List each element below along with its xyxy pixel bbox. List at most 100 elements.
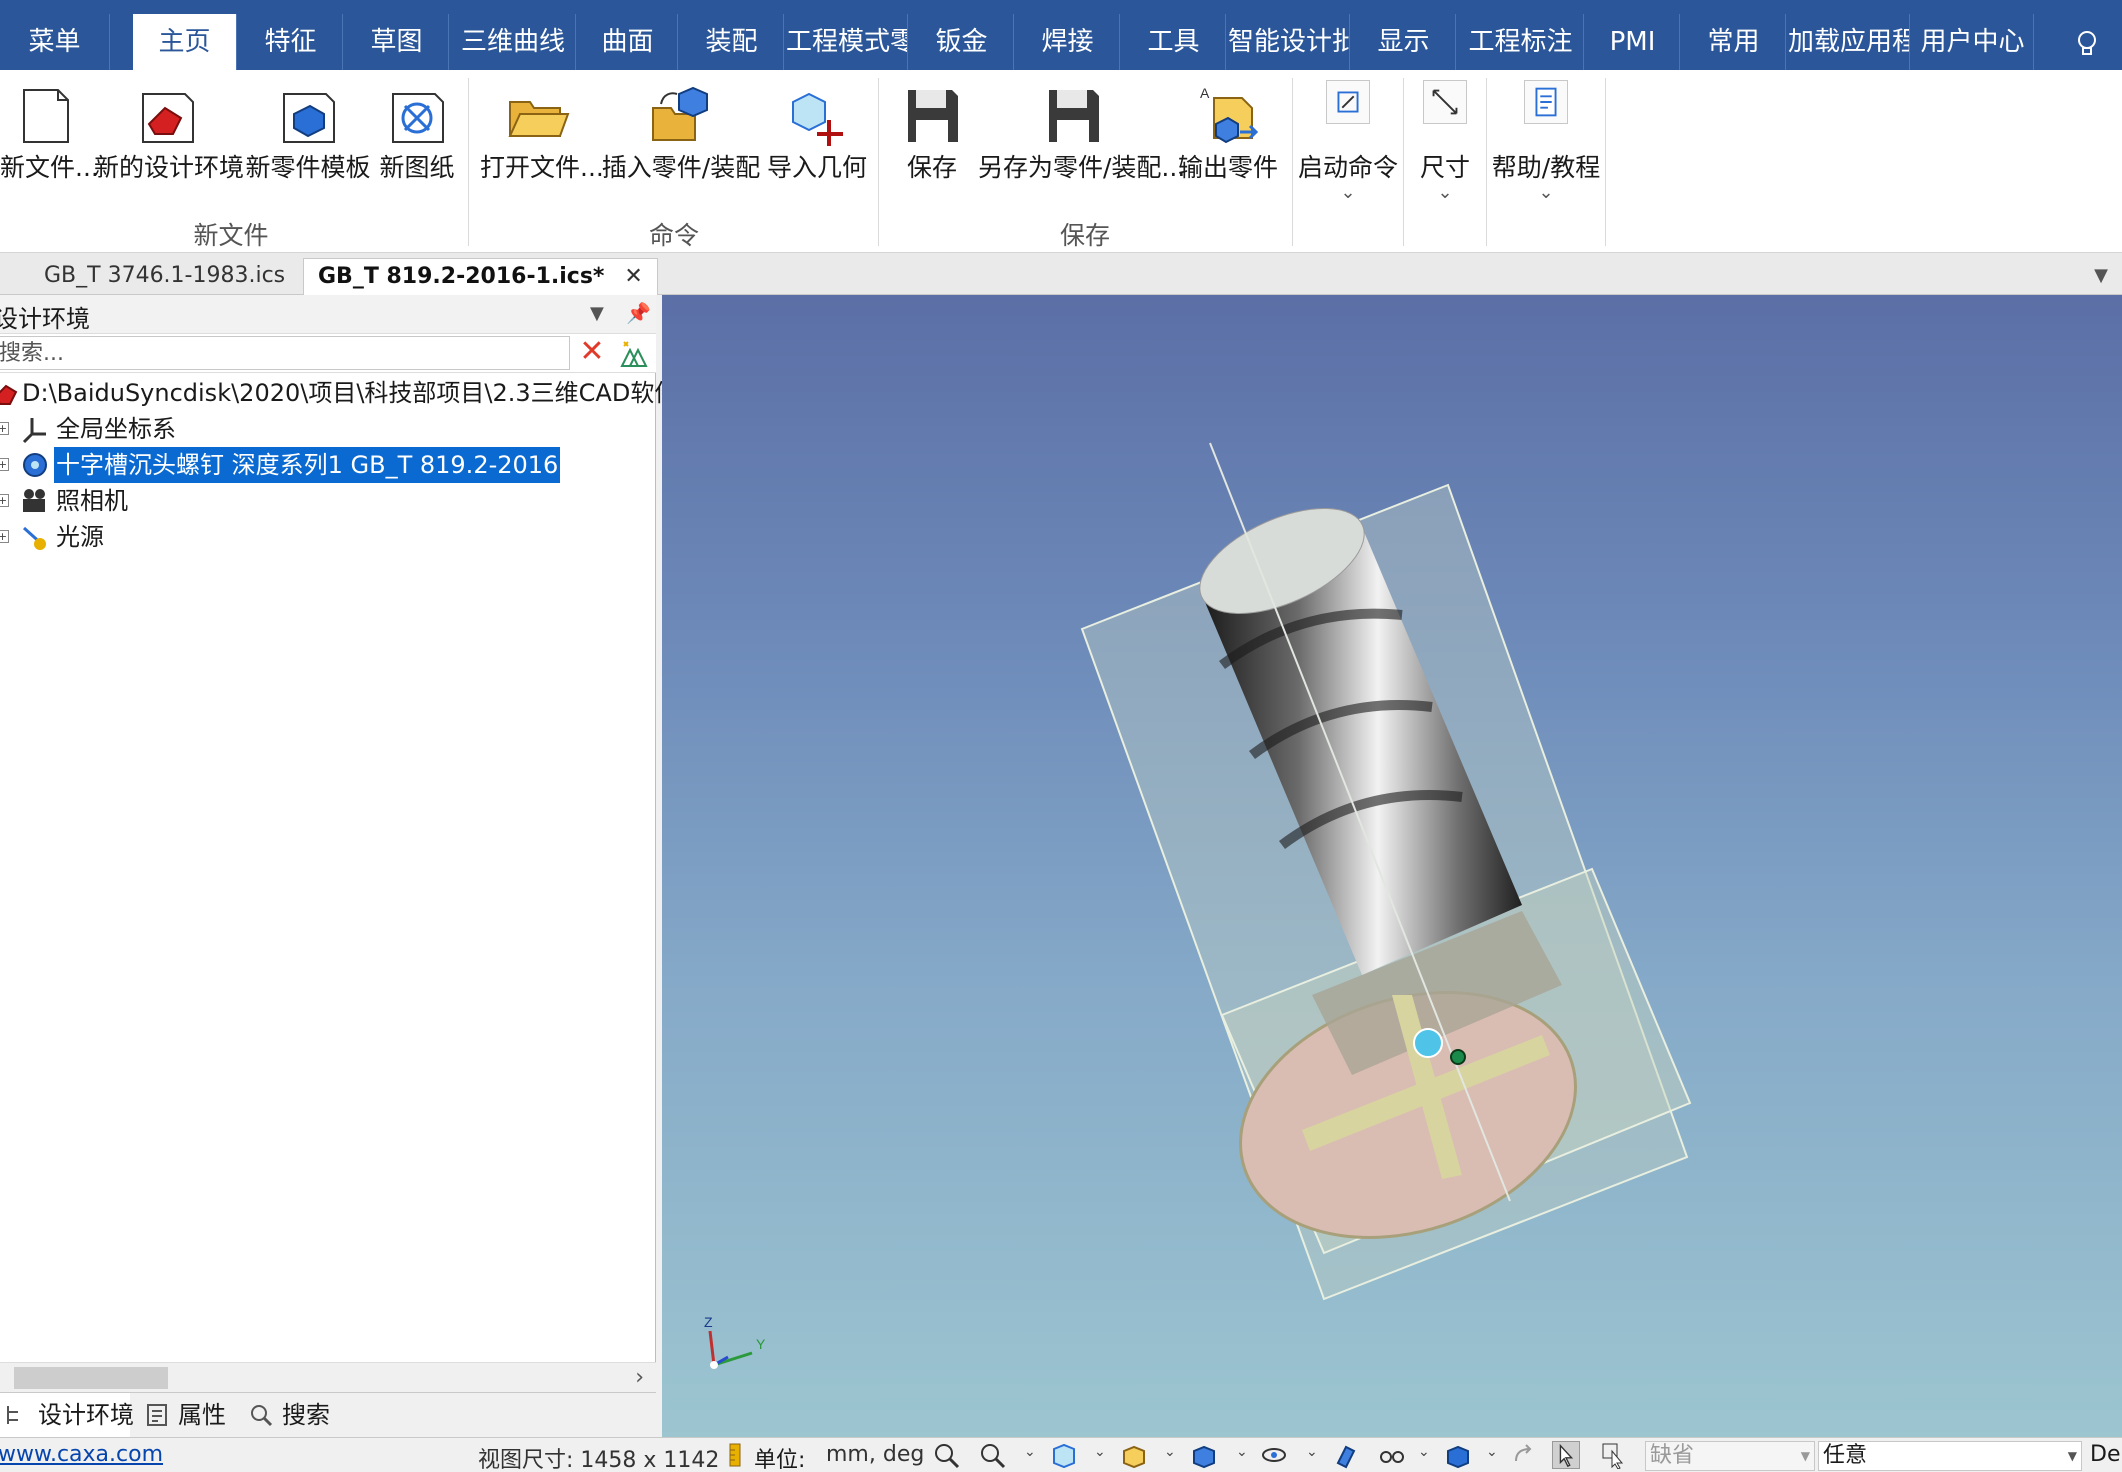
tree-search-input[interactable]	[0, 336, 570, 370]
panel-header: 设计环境 ▼ 📌	[0, 295, 656, 333]
tree-filter-icon[interactable]	[616, 336, 652, 370]
tab-3d-curve[interactable]: 三维曲线	[451, 14, 576, 70]
pin-icon[interactable]: 📌	[626, 301, 651, 325]
chevron-down-icon[interactable]: ⌄	[1164, 1444, 1176, 1460]
insert-part-button[interactable]: 插入零件/装配	[598, 70, 764, 210]
chevron-down-icon[interactable]: ⌄	[1486, 1444, 1498, 1460]
group-separator	[1486, 78, 1487, 246]
expand-icon[interactable]: +	[0, 494, 9, 507]
tab-sheet-metal[interactable]: 钣金	[910, 14, 1014, 70]
scrollbar-thumb[interactable]	[14, 1367, 168, 1389]
tab-welding[interactable]: 焊接	[1016, 14, 1120, 70]
panel-bottom-tabs: 设计环境 属性 搜索	[0, 1392, 656, 1437]
new-file-icon	[23, 89, 69, 143]
open-file-button[interactable]: 打开文件...	[480, 70, 604, 210]
filter-select[interactable]: 缺省 ▼	[1645, 1441, 1815, 1471]
doc-tab-gbt3746[interactable]: GB_T 3746.1-1983.ics	[30, 258, 299, 295]
expand-icon[interactable]: +	[0, 530, 9, 543]
display-cube-icon[interactable]	[1444, 1441, 1472, 1469]
chevron-down-icon: ▼	[2067, 1449, 2077, 1463]
start-command-button[interactable]: 启动命令 ⌄	[1296, 70, 1400, 210]
save-button[interactable]: 保存	[886, 70, 978, 210]
tab-tools[interactable]: 工具	[1122, 14, 1226, 70]
new-env-button[interactable]: 新的设计环境	[94, 70, 244, 210]
tab-home[interactable]: 主页	[133, 14, 237, 70]
dimension-button[interactable]: 尺寸 ⌄	[1406, 70, 1484, 210]
save-as-floppy-icon	[1049, 90, 1099, 142]
horizontal-scrollbar[interactable]: ›	[0, 1362, 656, 1392]
lightbulb-icon[interactable]	[2072, 28, 2102, 58]
selection-mode-select[interactable]: 任意 ▼	[1818, 1441, 2082, 1471]
svg-text:A: A	[1200, 85, 1210, 101]
tab-design-env[interactable]: 设计环境	[0, 1393, 134, 1437]
tab-addons[interactable]: 加载应用程	[1788, 14, 1910, 70]
chevron-down-icon[interactable]: ⌄	[1236, 1444, 1248, 1460]
tab-user-center[interactable]: 用户中心	[1912, 14, 2034, 70]
orbit-icon[interactable]	[1260, 1441, 1288, 1469]
tab-pmi[interactable]: PMI	[1586, 14, 1680, 70]
chevron-down-icon[interactable]: ⌄	[1024, 1444, 1036, 1460]
export-part-button[interactable]: A 输出零件	[1170, 70, 1286, 210]
tab-assembly[interactable]: 装配	[680, 14, 784, 70]
new-part-template-button[interactable]: 新零件模板	[244, 70, 372, 210]
dimension-label: 尺寸	[1419, 153, 1470, 182]
render-mode-icon[interactable]	[1120, 1441, 1148, 1469]
tab-smart-design[interactable]: 智能设计批	[1228, 14, 1350, 70]
tree-item-screw-part[interactable]: + 十字槽沉头螺钉 深度系列1 GB_T 819.2-2016	[0, 447, 656, 483]
chevron-down-icon[interactable]: ⌄	[1094, 1444, 1106, 1460]
tree-item-environment[interactable]: D:\BaiduSyncdisk\2020\项目\科技部项目\2.3三维CAD软…	[0, 375, 678, 411]
expand-icon[interactable]: +	[0, 422, 9, 435]
close-icon[interactable]: ✕	[624, 264, 642, 289]
cube-view-icon[interactable]	[1190, 1441, 1218, 1469]
insert-part-label: 插入零件/装配	[601, 153, 761, 182]
new-drawing-button[interactable]: 新图纸	[374, 70, 460, 210]
3d-viewport[interactable]: Z Y	[662, 295, 2122, 1437]
tab-surface[interactable]: 曲面	[578, 14, 678, 70]
chevron-down-icon[interactable]: ▼	[590, 303, 604, 324]
tab-annotation[interactable]: 工程标注	[1458, 14, 1584, 70]
tab-common[interactable]: 常用	[1682, 14, 1786, 70]
redo-icon[interactable]	[1510, 1441, 1538, 1469]
tree-icon	[7, 1406, 18, 1424]
tab-menu[interactable]: 菜单	[0, 14, 110, 70]
help-tutorial-button[interactable]: 帮助/教程 ⌄	[1490, 70, 1602, 210]
tab-search[interactable]: 搜索	[244, 1393, 348, 1437]
tree-item-global-coordinates[interactable]: + 全局坐标系	[0, 411, 656, 447]
chevron-right-icon[interactable]: ›	[635, 1363, 644, 1393]
ruler-icon	[729, 1443, 741, 1467]
tab-engineering-mode[interactable]: 工程模式零	[786, 14, 908, 70]
ribbon: 新文件... 新的设计环境 新零件模板 新图纸 新文件 打开文件... 插入零件…	[0, 70, 2122, 253]
tree-item-label: 光源	[56, 523, 104, 551]
chevron-down-icon[interactable]: ▼	[2094, 265, 2108, 286]
zoom-window-icon[interactable]	[978, 1441, 1006, 1469]
doc-tab-gbt819[interactable]: GB_T 819.2-2016-1.ics* ✕	[303, 258, 658, 295]
zoom-icon[interactable]	[932, 1441, 960, 1469]
chevron-down-icon[interactable]: ⌄	[1306, 1444, 1318, 1460]
camera-icon	[23, 489, 45, 512]
import-geometry-button[interactable]: 导入几何	[766, 70, 868, 210]
pick-filter-icon[interactable]	[1600, 1441, 1628, 1469]
save-as-button[interactable]: 另存为零件/装配...	[978, 70, 1185, 210]
tab-display[interactable]: 显示	[1352, 14, 1456, 70]
screw-model[interactable]	[662, 295, 2122, 1437]
view-orientation-icon[interactable]	[1050, 1441, 1078, 1469]
clear-icon[interactable]: ✕	[574, 336, 610, 370]
new-file-button[interactable]: 新文件...	[0, 70, 99, 210]
tab-features[interactable]: 特征	[239, 14, 343, 70]
tree-item-camera[interactable]: + 照相机	[0, 483, 656, 519]
tab-sketch[interactable]: 草图	[345, 14, 449, 70]
save-label: 保存	[906, 153, 957, 182]
expand-icon[interactable]: +	[0, 458, 9, 471]
design-env-icon	[0, 384, 18, 405]
tab-properties[interactable]: 属性	[140, 1393, 244, 1437]
chevron-down-icon: ⌄	[1538, 182, 1554, 203]
section-view-icon[interactable]	[1332, 1441, 1360, 1469]
glasses-icon[interactable]	[1378, 1441, 1406, 1469]
select-pointer-icon[interactable]	[1552, 1441, 1580, 1469]
tree-item-light-source[interactable]: + 光源	[0, 519, 656, 555]
tree-item-label: D:\BaiduSyncdisk\2020\项目\科技部项目\2.3三维CAD软…	[22, 379, 679, 407]
units-value[interactable]: mm, deg	[826, 1442, 924, 1467]
chevron-down-icon[interactable]: ⌄	[1418, 1444, 1430, 1460]
caxa-website-link[interactable]: www.caxa.com	[0, 1442, 163, 1467]
help-book-icon	[1524, 80, 1568, 124]
